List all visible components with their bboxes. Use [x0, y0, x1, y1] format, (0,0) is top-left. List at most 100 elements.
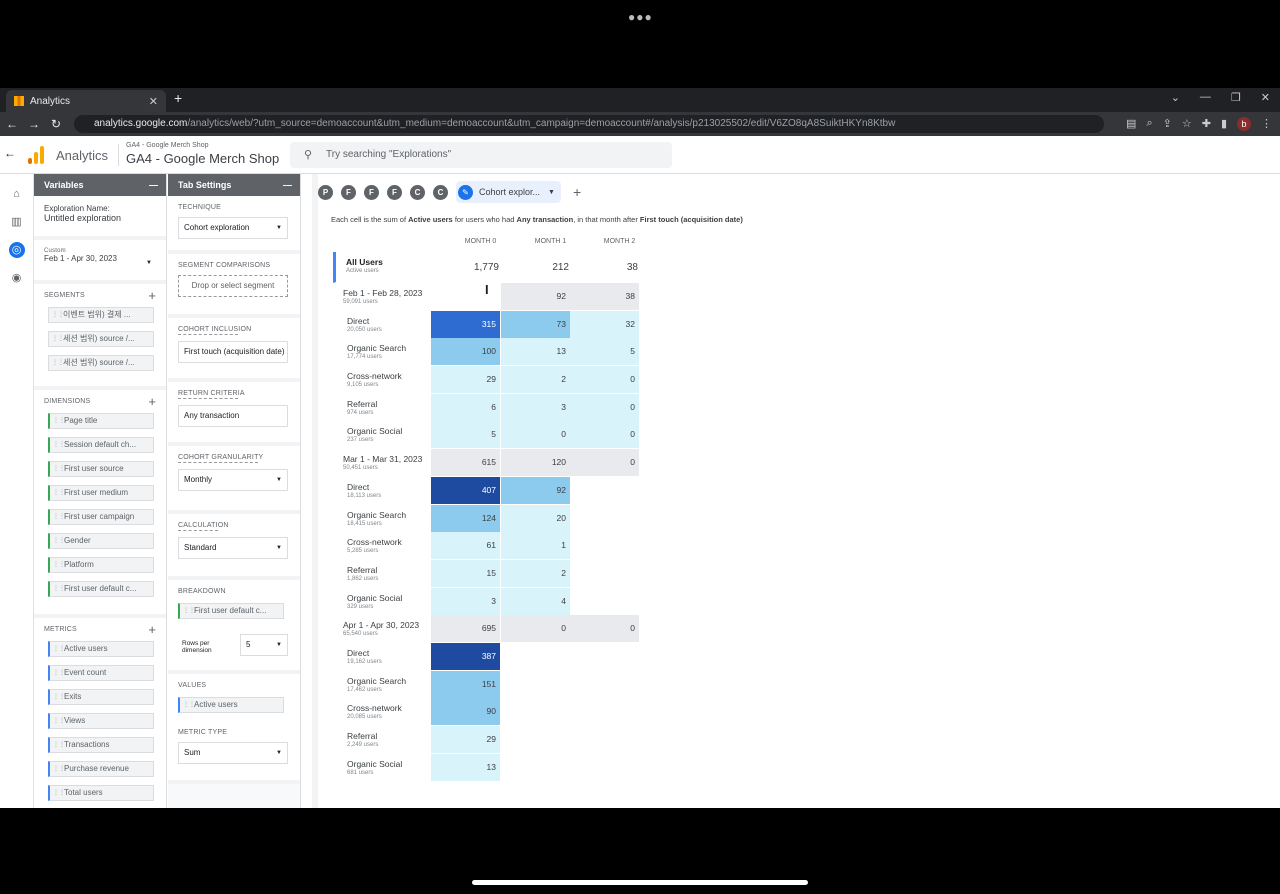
- advertising-icon[interactable]: ◉: [9, 270, 25, 286]
- reload-icon[interactable]: ↻: [46, 117, 66, 131]
- cohort-cell[interactable]: 2: [501, 366, 570, 394]
- cohort-cell[interactable]: 92: [501, 476, 570, 504]
- cohort-cell[interactable]: 61: [431, 532, 500, 560]
- tab-circle-f3[interactable]: F: [387, 184, 402, 200]
- dimension-chip[interactable]: First user medium: [48, 485, 154, 501]
- technique-select[interactable]: Cohort exploration ▼: [178, 217, 288, 239]
- cohort-cell[interactable]: 3: [431, 587, 500, 615]
- cohort-cell[interactable]: 100: [431, 338, 500, 366]
- add-tab-button[interactable]: +: [573, 184, 581, 200]
- tab-cohort-exploration[interactable]: ✎ Cohort explor... ▼: [456, 181, 561, 203]
- cohort-cell[interactable]: [570, 698, 639, 726]
- cohort-cell[interactable]: 0: [570, 366, 639, 394]
- cohort-cell[interactable]: 38: [573, 252, 642, 283]
- property-name[interactable]: GA4 - Google Merch Shop: [126, 151, 279, 166]
- dimension-chip[interactable]: First user default c...: [48, 581, 154, 597]
- restore-icon[interactable]: ❐: [1231, 91, 1241, 104]
- metric-type-select[interactable]: Sum ▼: [178, 742, 288, 764]
- cohort-cell[interactable]: [501, 726, 570, 753]
- back-icon[interactable]: ←: [2, 117, 22, 131]
- search-input[interactable]: ⚲ Try searching "Explorations": [290, 142, 672, 168]
- account-name[interactable]: GA4 - Google Merch Shop: [126, 142, 209, 149]
- cohort-inclusion-select[interactable]: First touch (acquisition date): [178, 341, 288, 363]
- cohort-cell[interactable]: 4: [501, 587, 570, 615]
- minimize-icon[interactable]: —: [1200, 91, 1211, 104]
- cohort-cell[interactable]: 212: [504, 252, 573, 283]
- cohort-cell[interactable]: 20: [501, 504, 570, 532]
- cohort-cell[interactable]: 0: [570, 449, 639, 477]
- cohort-cell[interactable]: [570, 559, 639, 587]
- cohort-cell[interactable]: [501, 670, 570, 698]
- segment-chip[interactable]: 세션 범위) source /...: [48, 331, 154, 347]
- add-dimension-icon[interactable]: +: [148, 394, 156, 409]
- cohort-cell[interactable]: 120: [501, 449, 570, 477]
- tab-circle-c2[interactable]: C: [433, 184, 448, 200]
- cohort-cell[interactable]: 1,779: [434, 252, 503, 283]
- home-indicator[interactable]: [472, 880, 808, 885]
- cohort-cell[interactable]: 15: [431, 559, 500, 587]
- cohort-cell[interactable]: [570, 532, 639, 560]
- cohort-cell[interactable]: 90: [431, 698, 500, 726]
- cohort-cell[interactable]: 407: [431, 476, 500, 504]
- dimension-chip[interactable]: Session default ch...: [48, 437, 154, 453]
- cohort-cell[interactable]: 13: [431, 753, 500, 781]
- collapse-variables-icon[interactable]: —: [149, 174, 158, 196]
- column-header[interactable]: MONTH 0: [446, 238, 515, 245]
- cohort-cell[interactable]: 124: [431, 504, 500, 532]
- granularity-select[interactable]: Monthly ▼: [178, 469, 288, 491]
- cohort-cell[interactable]: [570, 476, 639, 504]
- forward-icon[interactable]: →: [24, 117, 44, 131]
- metric-chip[interactable]: Transactions: [48, 737, 154, 753]
- metric-chip[interactable]: Purchase revenue: [48, 761, 154, 777]
- cohort-cell[interactable]: 38: [570, 283, 639, 310]
- cohort-cell[interactable]: 32: [570, 310, 639, 338]
- zoom-icon[interactable]: ⌕: [1146, 117, 1152, 131]
- column-header[interactable]: MONTH 2: [585, 238, 654, 245]
- cohort-cell[interactable]: 3: [501, 393, 570, 421]
- calculation-select[interactable]: Standard ▼: [178, 537, 288, 559]
- tab-circle-c1[interactable]: C: [410, 184, 425, 200]
- cohort-cell[interactable]: [570, 504, 639, 532]
- chevron-down-icon[interactable]: ▼: [548, 189, 555, 196]
- browser-tab[interactable]: Analytics ✕: [6, 90, 166, 112]
- dimension-chip[interactable]: First user campaign: [48, 509, 154, 525]
- collapse-tab-settings-icon[interactable]: —: [283, 174, 292, 196]
- cohort-cell[interactable]: 695: [431, 615, 500, 643]
- address-bar[interactable]: analytics.google.com/analytics/web/?utm_…: [74, 115, 1104, 133]
- rows-per-select[interactable]: 5 ▼: [240, 634, 288, 656]
- close-tab-icon[interactable]: ✕: [149, 95, 158, 108]
- metric-chip[interactable]: Event count: [48, 665, 154, 681]
- share-icon[interactable]: ⇪: [1163, 117, 1172, 131]
- cohort-cell[interactable]: 13: [501, 338, 570, 366]
- cohort-cell[interactable]: 92: [501, 283, 570, 310]
- cohort-cell[interactable]: 0: [570, 393, 639, 421]
- segment-chip[interactable]: 세션 범위) source /...: [48, 355, 154, 371]
- dimension-chip[interactable]: Page title: [48, 413, 154, 429]
- cohort-cell[interactable]: 5: [570, 338, 639, 366]
- date-dropdown-icon[interactable]: ▼: [146, 260, 152, 266]
- cohort-cell[interactable]: 2: [501, 559, 570, 587]
- metric-chip[interactable]: Exits: [48, 689, 154, 705]
- cohort-cell[interactable]: [570, 587, 639, 615]
- translate-icon[interactable]: ▤: [1126, 117, 1136, 131]
- bookmark-star-icon[interactable]: ☆: [1182, 117, 1192, 131]
- date-range-picker[interactable]: Feb 1 - Apr 30, 2023: [44, 254, 156, 263]
- cohort-cell[interactable]: [501, 642, 570, 670]
- add-metric-icon[interactable]: +: [148, 622, 156, 637]
- cohort-cell[interactable]: 73: [501, 310, 570, 338]
- new-tab-icon[interactable]: +: [174, 90, 182, 106]
- segment-chip[interactable]: 이벤트 범위) 결제 ...: [48, 307, 154, 323]
- cohort-cell[interactable]: [570, 726, 639, 753]
- browser-menu-icon[interactable]: ⋮: [1261, 117, 1272, 131]
- tab-circle-p[interactable]: P: [318, 184, 333, 200]
- cohort-cell[interactable]: [501, 698, 570, 726]
- cohort-cell[interactable]: 615: [431, 449, 500, 477]
- cohort-cell[interactable]: 0: [501, 421, 570, 449]
- cohort-cell[interactable]: [431, 283, 500, 310]
- cohort-cell[interactable]: 315: [431, 310, 500, 338]
- return-criteria-select[interactable]: Any transaction: [178, 405, 288, 427]
- home-icon[interactable]: ⌂: [9, 186, 25, 202]
- cohort-cell[interactable]: 5: [431, 421, 500, 449]
- exploration-name-input[interactable]: Untitled exploration: [44, 213, 156, 223]
- dimension-chip[interactable]: Platform: [48, 557, 154, 573]
